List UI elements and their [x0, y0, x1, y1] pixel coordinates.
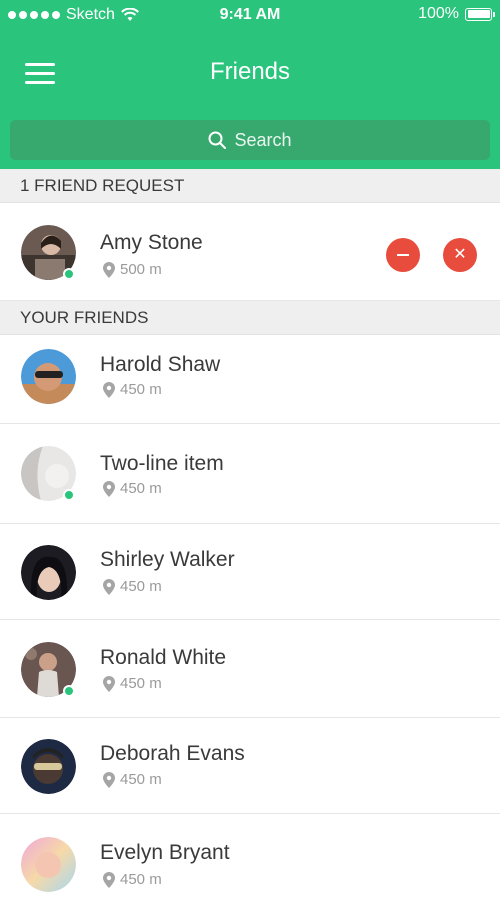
location-pin-icon: [103, 771, 115, 788]
friend-row[interactable]: Shirley Walker 450 m: [0, 524, 500, 620]
friend-name: Evelyn Bryant: [100, 841, 230, 864]
friend-name: Amy Stone: [100, 231, 203, 254]
minus-icon: [397, 254, 409, 256]
distance-value: 450 m: [120, 771, 162, 788]
search-input[interactable]: Search: [10, 120, 490, 160]
friend-distance: 450 m: [102, 675, 162, 692]
location-pin-icon: [103, 675, 115, 692]
friend-name: Deborah Evans: [100, 742, 245, 765]
your-friends-header: YOUR FRIENDS: [0, 301, 500, 335]
distance-value: 450 m: [120, 381, 162, 398]
search-icon: [208, 131, 227, 149]
online-indicator: [63, 685, 75, 697]
avatar: [21, 349, 76, 404]
friend-row[interactable]: Deborah Evans 450 m: [0, 718, 500, 814]
location-pin-icon: [103, 578, 115, 595]
friend-distance: 450 m: [102, 381, 162, 398]
friend-distance: 500 m: [102, 261, 162, 278]
battery-group: 100%: [418, 5, 495, 23]
friend-request-row[interactable]: Amy Stone 500 m ✕: [0, 203, 500, 301]
friend-row[interactable]: Ronald White 450 m: [0, 620, 500, 718]
remove-button[interactable]: ✕: [443, 238, 477, 272]
friend-name: Harold Shaw: [100, 353, 221, 376]
friend-row[interactable]: Evelyn Bryant 450 m: [0, 814, 500, 900]
friend-name: Two-line item: [100, 452, 224, 475]
location-pin-icon: [103, 381, 115, 398]
avatar: [21, 837, 76, 892]
friend-name: Ronald White: [100, 646, 227, 669]
online-indicator: [63, 268, 75, 280]
friend-distance: 450 m: [102, 871, 162, 888]
app-header: Sketch 9:41 AM 100% Friends Search: [0, 0, 500, 169]
nav-bar: Friends: [0, 44, 500, 104]
friend-request-header: 1 FRIEND REQUEST: [0, 169, 500, 203]
friend-distance: 450 m: [102, 578, 162, 595]
friend-row[interactable]: Two-line item 450 m: [0, 424, 500, 524]
online-indicator: [63, 489, 75, 501]
location-pin-icon: [103, 871, 115, 888]
friend-name: Shirley Walker: [100, 548, 235, 571]
distance-value: 450 m: [120, 871, 162, 888]
distance-value: 450 m: [120, 578, 162, 595]
page-title: Friends: [209, 58, 291, 85]
status-bar: Sketch 9:41 AM 100%: [0, 0, 500, 30]
friend-distance: 450 m: [102, 771, 162, 788]
decline-button[interactable]: [386, 238, 420, 272]
friend-row[interactable]: Harold Shaw 450 m: [0, 336, 500, 424]
location-pin-icon: [103, 261, 115, 278]
distance-value: 450 m: [120, 480, 162, 497]
distance-value: 450 m: [120, 675, 162, 692]
distance-value: 500 m: [120, 261, 162, 278]
friend-distance: 450 m: [102, 480, 162, 497]
search-placeholder: Search: [234, 129, 292, 150]
close-icon: ✕: [453, 246, 467, 263]
battery-icon: [465, 7, 495, 21]
avatar: [21, 545, 76, 600]
location-pin-icon: [103, 480, 115, 497]
avatar: [21, 739, 76, 794]
battery-percent: 100%: [418, 5, 459, 22]
